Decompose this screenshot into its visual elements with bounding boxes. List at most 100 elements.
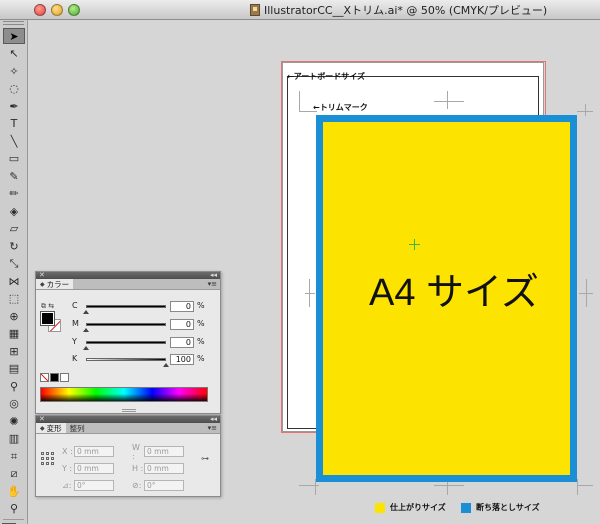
- collapse-panel-icon[interactable]: ◂◂: [210, 415, 217, 423]
- slider-value-input[interactable]: 100: [170, 354, 194, 365]
- column-graph-tool-icon[interactable]: ▥: [3, 431, 25, 447]
- rotate-tool-icon[interactable]: ↻: [3, 238, 25, 254]
- panel-menu-icon[interactable]: ▾≡: [208, 280, 217, 288]
- close-panel-icon[interactable]: ✕: [39, 415, 45, 423]
- crop-mark: [577, 485, 593, 486]
- tab-color[interactable]: ◆ カラー: [36, 279, 74, 289]
- scale-tool-icon[interactable]: ⤡: [3, 256, 25, 272]
- tab-transform[interactable]: ◆ 変形: [36, 423, 66, 433]
- rotate-field[interactable]: ⊿: 0°: [62, 480, 114, 491]
- slider-value-input[interactable]: 0: [170, 319, 194, 330]
- rotate-input[interactable]: 0°: [74, 480, 114, 491]
- mesh-tool-icon[interactable]: ⊞: [3, 343, 25, 359]
- slider-thumb[interactable]: [83, 310, 89, 314]
- slider-letter: C: [72, 301, 78, 310]
- y-position-input[interactable]: 0 mm: [74, 463, 114, 474]
- crop-mark: [434, 485, 464, 486]
- artboard-size-label: ←アートボードサイズ: [287, 72, 365, 81]
- eraser-tool-icon[interactable]: ▱: [3, 221, 25, 237]
- blob-brush-tool-icon[interactable]: ◈: [3, 203, 25, 219]
- window-title-bar: IllustratorCC__Xトリム.ai* @ 50% (CMYK/プレビュ…: [0, 0, 600, 20]
- width-input[interactable]: 0 mm: [144, 446, 184, 457]
- transform-panel-titlebar[interactable]: ✕ ◂◂: [36, 415, 220, 423]
- legend-item-finish: 仕上がりサイズ: [375, 502, 446, 513]
- x-position-field[interactable]: X : 0 mm: [62, 446, 114, 457]
- slider-row-m: M 0%: [36, 319, 222, 332]
- reference-point-selector[interactable]: [41, 452, 54, 465]
- slider-letter: M: [72, 319, 79, 328]
- tab-transform-label: 変形: [46, 423, 62, 433]
- close-panel-icon[interactable]: ✕: [39, 271, 45, 279]
- free-transform-tool-icon[interactable]: ⬚: [3, 291, 25, 307]
- selection-tool-icon[interactable]: ➤: [3, 28, 25, 44]
- perspective-grid-tool-icon[interactable]: ▦: [3, 326, 25, 342]
- shear-input[interactable]: 0°: [144, 480, 184, 491]
- black-swatch[interactable]: [50, 373, 59, 382]
- shear-field[interactable]: ⊘: 0°: [132, 480, 184, 491]
- blend-tool-icon[interactable]: ◎: [3, 396, 25, 412]
- slider-thumb[interactable]: [83, 346, 89, 350]
- percent-unit: %: [197, 319, 205, 328]
- symbol-sprayer-tool-icon[interactable]: ✺: [3, 413, 25, 429]
- close-window-button[interactable]: [34, 4, 46, 16]
- white-swatch[interactable]: [60, 373, 69, 382]
- rectangle-tool-icon[interactable]: ▭: [3, 151, 25, 167]
- y-position-field[interactable]: Y : 0 mm: [62, 463, 114, 474]
- tools-panel: ➤ ↖ ✧ ◌ ✒ T ╲ ▭ ✎ ✏ ◈ ▱ ↻ ⤡ ⋈ ⬚ ⊕ ▦ ⊞ ▤ ⚲ ◎ ✺ ▥ ⌗ ⧄ ✋ ⚲: [0, 20, 28, 524]
- legend-swatch-finish: [375, 502, 385, 513]
- direct-selection-tool-icon[interactable]: ↖: [3, 46, 25, 62]
- width-field[interactable]: W : 0 mm: [132, 443, 184, 461]
- crop-mark: [305, 293, 315, 294]
- color-spectrum-bar[interactable]: [40, 387, 208, 402]
- line-tool-icon[interactable]: ╲: [3, 133, 25, 149]
- height-field[interactable]: H : 0 mm: [132, 463, 184, 474]
- none-swatch[interactable]: [40, 373, 49, 382]
- panel-resize-grip[interactable]: [122, 409, 136, 412]
- percent-unit: %: [197, 301, 205, 310]
- color-panel: ✕ ◂◂ ◆ カラー ▾≡ ⧉ ⇆ C 0% M 0% Y 0% K 100%: [35, 271, 221, 414]
- tab-toggle-icon: ◆: [40, 424, 45, 432]
- pen-tool-icon[interactable]: ✒: [3, 98, 25, 114]
- crop-mark: [309, 279, 310, 307]
- slider-track[interactable]: [86, 341, 166, 344]
- legend-swatch-bleed: [461, 502, 471, 513]
- eyedropper-tool-icon[interactable]: ⚲: [3, 378, 25, 394]
- zoom-window-button[interactable]: [68, 4, 80, 16]
- percent-unit: %: [197, 354, 205, 363]
- slider-track[interactable]: [86, 305, 166, 308]
- constrain-proportions-icon[interactable]: ⊶: [201, 454, 209, 463]
- lasso-tool-icon[interactable]: ◌: [3, 81, 25, 97]
- collapse-panel-icon[interactable]: ◂◂: [210, 271, 217, 279]
- tools-panel-grip[interactable]: [3, 21, 24, 25]
- hand-tool-icon[interactable]: ✋: [3, 483, 25, 499]
- crop-mark: [299, 91, 300, 111]
- slider-value-input[interactable]: 0: [170, 337, 194, 348]
- window-title: IllustratorCC__Xトリム.ai* @ 50% (CMYK/プレビュ…: [250, 3, 547, 17]
- tab-align[interactable]: 整列: [66, 423, 89, 433]
- x-position-input[interactable]: 0 mm: [74, 446, 114, 457]
- color-panel-tabs: ◆ カラー ▾≡: [36, 279, 220, 290]
- crop-mark: [434, 101, 464, 102]
- zoom-tool-icon[interactable]: ⚲: [3, 501, 25, 517]
- gradient-tool-icon[interactable]: ▤: [3, 361, 25, 377]
- center-point-mark: [409, 239, 420, 250]
- slider-thumb[interactable]: [83, 328, 89, 332]
- artboard-tool-icon[interactable]: ⌗: [3, 448, 25, 464]
- panel-menu-icon[interactable]: ▾≡: [208, 424, 217, 432]
- paintbrush-tool-icon[interactable]: ✎: [3, 168, 25, 184]
- transform-panel: ✕ ◂◂ ◆ 変形 整列 ▾≡ X : 0 mm W : 0 mm Y : 0 …: [35, 415, 221, 497]
- pencil-tool-icon[interactable]: ✏: [3, 186, 25, 202]
- slice-tool-icon[interactable]: ⧄: [3, 466, 25, 482]
- magic-wand-tool-icon[interactable]: ✧: [3, 63, 25, 79]
- minimize-window-button[interactable]: [51, 4, 63, 16]
- shape-builder-tool-icon[interactable]: ⊕: [3, 308, 25, 324]
- slider-thumb[interactable]: [163, 363, 169, 367]
- height-input[interactable]: 0 mm: [144, 463, 184, 474]
- a4-size-text[interactable]: A4 サイズ: [369, 274, 539, 312]
- width-tool-icon[interactable]: ⋈: [3, 273, 25, 289]
- slider-track[interactable]: [86, 358, 166, 361]
- slider-track[interactable]: [86, 323, 166, 326]
- quick-swatches: [40, 373, 69, 382]
- slider-value-input[interactable]: 0: [170, 301, 194, 312]
- type-tool-icon[interactable]: T: [3, 116, 25, 132]
